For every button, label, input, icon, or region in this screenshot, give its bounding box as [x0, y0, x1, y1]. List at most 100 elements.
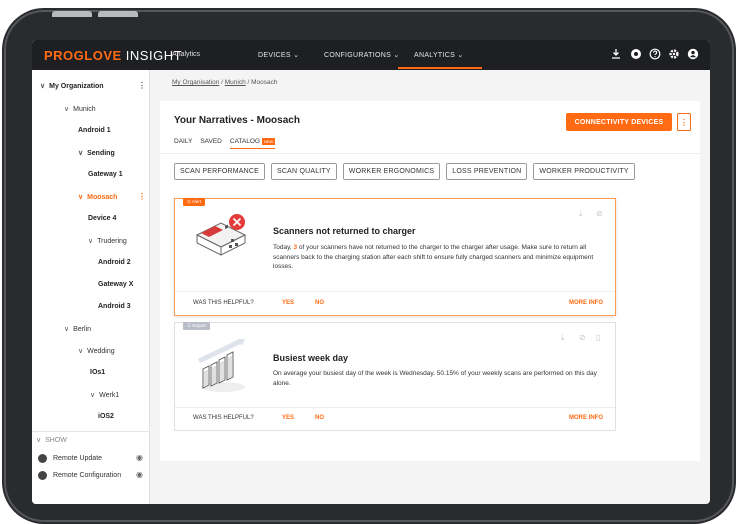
eye-icon[interactable]: ◉ [136, 470, 143, 479]
nav-configurations[interactable]: CONFIGURATIONS ⌄ [324, 51, 400, 59]
narratives-panel: Your Narratives - Moosach DAILY SAVED CA… [160, 101, 700, 461]
chevron-down-icon: ∨ [90, 392, 96, 399]
top-navigation-bar: PROGLOVE INSIGHT Analytics DEVICES ⌄ CON… [32, 40, 710, 70]
sidebar-item-moosach[interactable]: ∨ Moosach [78, 193, 117, 201]
sidebar-item-gateway-x[interactable]: Gateway X [98, 281, 133, 288]
tablet-frame: PROGLOVE INSIGHT Analytics DEVICES ⌄ CON… [2, 8, 736, 524]
nav-devices[interactable]: DEVICES ⌄ [258, 51, 299, 59]
chevron-down-icon: ∨ [36, 437, 42, 444]
sidebar-toggle-remote-update[interactable]: Remote Update [38, 454, 102, 463]
chevron-down-icon: ∨ [40, 83, 46, 90]
download-icon[interactable]: ⤓ [579, 209, 583, 219]
chevron-down-icon: ∨ [64, 326, 70, 333]
more-info-link[interactable]: MORE INFO [569, 300, 603, 306]
card-footer-divider [175, 291, 615, 292]
chevron-down-icon: ∨ [64, 106, 70, 113]
helpful-yes-button[interactable]: YES [282, 415, 294, 421]
sidebar-divider [32, 431, 150, 432]
breadcrumb: My Organisation / Munich / Moosach [172, 79, 278, 86]
eye-icon[interactable]: ◉ [136, 453, 143, 462]
sidebar-item-ios1[interactable]: IOs1 [90, 369, 105, 376]
sidebar-item-gateway-1[interactable]: Gateway 1 [88, 171, 123, 178]
helpful-no-button[interactable]: NO [315, 300, 324, 306]
volume-button [52, 11, 92, 17]
helpful-question: WAS THIS HELPFUL? [193, 300, 254, 306]
breadcrumb-munich[interactable]: Munich [225, 79, 246, 86]
bar-chart-illustration [197, 338, 245, 392]
card-title: Scanners not returned to charger [273, 226, 416, 236]
sidebar: ∨ My Organization ⋮ ∨ Munich Android 1 ∨ Se… [32, 70, 150, 504]
sidebar-item-android-2[interactable]: Android 2 [98, 259, 131, 266]
narrative-tabs: DAILY SAVED CATALOG NEW [174, 138, 276, 150]
sidebar-org-root[interactable]: ∨ My Organization [40, 82, 104, 90]
brand-logo[interactable]: PROGLOVE INSIGHT [44, 48, 182, 63]
helpful-question: WAS THIS HELPFUL? [193, 415, 254, 421]
remote-update-icon [38, 454, 47, 463]
card-footer-divider [175, 407, 615, 408]
tab-daily[interactable]: DAILY [174, 138, 192, 145]
helpful-yes-button[interactable]: YES [282, 300, 294, 306]
nav-active-indicator [398, 67, 482, 69]
tab-catalog[interactable]: CATALOG NEW [229, 138, 276, 150]
sidebar-item-wedding[interactable]: ∨ Wedding [78, 347, 115, 355]
filter-scan-quality[interactable]: SCAN QUALITY [271, 163, 337, 180]
card-description: Today, 3 of your scanners have not retur… [273, 244, 594, 270]
sidebar-item-ios2[interactable]: iOS2 [98, 413, 114, 420]
sidebar-show-toggle[interactable]: ∨ SHOW [36, 436, 67, 444]
app-screen: PROGLOVE INSIGHT Analytics DEVICES ⌄ CON… [32, 40, 710, 504]
helpful-no-button[interactable]: NO [315, 415, 324, 421]
sidebar-item-sending[interactable]: ∨ Sending [78, 149, 115, 157]
more-options-button[interactable]: ⋮ [677, 113, 691, 131]
nav-analytics[interactable]: ANALYTICS ⌄ [414, 51, 464, 59]
sidebar-item-android-1[interactable]: Android 1 [78, 127, 111, 134]
chevron-down-icon: ∨ [78, 348, 84, 355]
panel-divider [160, 153, 700, 154]
notification-icon[interactable] [630, 48, 642, 60]
breadcrumb-moosach: Moosach [251, 79, 278, 86]
narrative-card-alert[interactable]: ⊙ Alert ⤓ ⊘ Scanners not returned to cha… [174, 198, 616, 316]
settings-icon[interactable] [668, 48, 680, 60]
user-icon[interactable] [687, 48, 699, 60]
connectivity-devices-button[interactable]: CONNECTIVITY DEVICES [566, 113, 672, 131]
filter-worker-productivity[interactable]: WORKER PRODUCTIVITY [533, 163, 635, 180]
sidebar-item-werk1[interactable]: ∨ Werk1 [90, 391, 119, 399]
card-description: On average your busiest day of the week … [273, 370, 597, 387]
chevron-down-icon: ⌄ [293, 52, 300, 59]
card-title: Busiest week day [273, 353, 349, 363]
breadcrumb-organisation[interactable]: My Organisation [172, 79, 219, 86]
download-icon[interactable]: ⤓ [561, 333, 565, 343]
kebab-menu-icon[interactable]: ⋮ [138, 192, 146, 201]
app-label: Analytics [172, 51, 201, 58]
chevron-down-icon: ⌄ [393, 52, 400, 59]
help-icon[interactable] [649, 48, 661, 60]
sidebar-item-munich[interactable]: ∨ Munich [64, 105, 96, 113]
kebab-menu-icon[interactable]: ⋮ [138, 81, 146, 90]
chevron-down-icon: ∨ [78, 150, 84, 157]
download-icon[interactable] [610, 48, 622, 60]
page-title: Your Narratives - Moosach [174, 115, 300, 126]
bookmark-icon[interactable]: ▯ [596, 333, 600, 342]
chevron-down-icon: ∨ [78, 194, 84, 201]
alert-tag: ⊙ Alert [183, 198, 206, 206]
more-info-link[interactable]: MORE INFO [569, 415, 603, 421]
report-tag: ☰ Report [183, 322, 210, 330]
category-filters: SCAN PERFORMANCE SCAN QUALITY WORKER ERG… [174, 163, 635, 180]
new-badge: NEW [261, 138, 276, 145]
sidebar-item-trudering[interactable]: ∨ Trudering [88, 237, 127, 245]
remote-config-icon [38, 471, 47, 480]
filter-scan-performance[interactable]: SCAN PERFORMANCE [174, 163, 266, 180]
tab-saved[interactable]: SAVED [200, 138, 222, 145]
sidebar-item-device-4[interactable]: Device 4 [88, 215, 116, 222]
scanner-charger-illustration [195, 214, 247, 256]
chevron-down-icon: ⌄ [457, 52, 464, 59]
filter-worker-ergonomics[interactable]: WORKER ERGONOMICS [342, 163, 441, 180]
chevron-down-icon: ∨ [88, 238, 94, 245]
volume-button [98, 11, 138, 17]
check-circle-icon[interactable]: ⊘ [579, 333, 586, 342]
narrative-card-report[interactable]: ☰ Report ⤓ ⊘ ▯ Busiest week day On avera… [174, 322, 616, 431]
sidebar-toggle-remote-configuration[interactable]: Remote Configuration [38, 471, 121, 480]
filter-loss-prevention[interactable]: LOSS PREVENTION [446, 163, 528, 180]
sidebar-item-android-3[interactable]: Android 3 [98, 303, 131, 310]
check-circle-icon[interactable]: ⊘ [596, 209, 603, 218]
sidebar-item-berlin[interactable]: ∨ Berlin [64, 325, 91, 333]
